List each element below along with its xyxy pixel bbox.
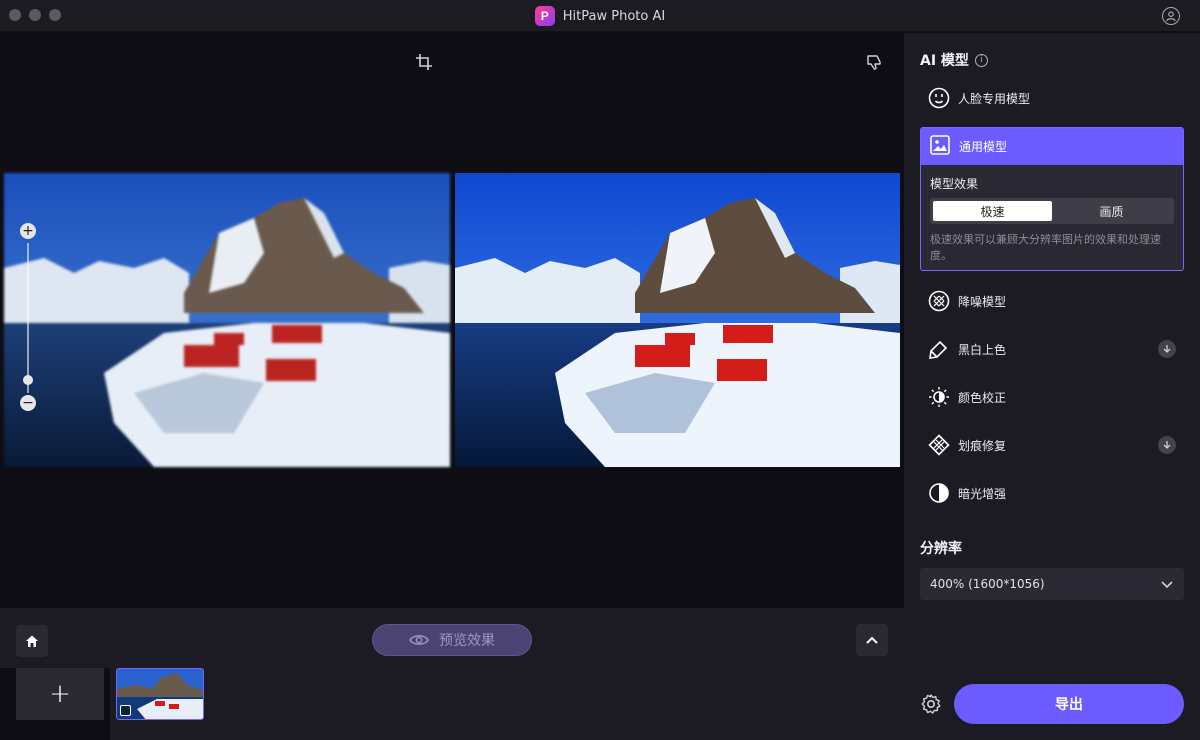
info-icon[interactable]: i [974,53,988,67]
zoom-slider-track[interactable] [27,243,29,393]
right-panel: AI 模型 i 人脸专用模型 通用模型 模型效果 极速 画质 极速效果可以兼顾大… [904,33,1200,740]
window-title: P HitPaw Photo AI [0,0,1200,32]
model-denoise[interactable]: 降噪模型 [920,279,1184,323]
gear-icon[interactable] [920,693,942,715]
zoom-in-button[interactable]: + [20,223,36,239]
resolution-select[interactable]: 400% (1600*1056) [920,568,1184,600]
chevron-up-icon [866,636,878,644]
crop-icon[interactable] [415,53,433,71]
home-button[interactable] [16,625,48,657]
effect-quality-option[interactable]: 画质 [1052,201,1171,221]
image-badge-icon [120,705,131,716]
image-icon [929,134,951,159]
resolution-heading: 分辨率 [920,541,962,557]
export-button[interactable]: 导出 [954,684,1184,724]
chevron-down-icon [1161,581,1173,589]
enhanced-image[interactable] [455,173,900,467]
model-effect-label: 模型效果 [930,177,979,191]
download-icon[interactable] [1158,340,1176,358]
model-general-card: 通用模型 模型效果 极速 画质 极速效果可以兼顾大分辨率图片的效果和处理速度。 [920,127,1184,271]
collapse-thumbnails-button[interactable] [856,624,888,656]
eye-icon [409,635,429,645]
account-button[interactable] [1162,7,1180,25]
app-title: HitPaw Photo AI [562,8,666,24]
original-image[interactable] [4,173,450,467]
denoise-icon [928,290,950,312]
zoom-slider-handle[interactable] [23,375,33,385]
model-color-correction[interactable]: 颜色校正 [920,375,1184,419]
home-icon [26,635,38,647]
preview-area: + − [0,33,904,608]
model-general[interactable]: 通用模型 [921,128,1183,165]
model-colorize[interactable]: 黑白上色 [920,327,1184,371]
thumbnail-strip: + [0,668,904,740]
download-icon[interactable] [1158,436,1176,454]
model-low-light[interactable]: 暗光增强 [920,471,1184,515]
image-thumbnail[interactable] [116,668,204,720]
colorize-icon [928,338,950,360]
user-icon [1166,11,1176,22]
add-image-button[interactable]: + [16,668,104,720]
bottom-toolbar: 预览效果 [0,608,904,668]
app-window: P HitPaw Photo AI + − 预览效果 + AI 模型 i 人脸专… [0,0,1200,740]
effect-fast-option[interactable]: 极速 [933,201,1052,221]
model-scratch-repair[interactable]: 划痕修复 [920,423,1184,467]
preview-button[interactable]: 预览效果 [372,624,532,656]
model-face[interactable]: 人脸专用模型 [920,76,1184,120]
title-bar: P HitPaw Photo AI [0,0,1200,32]
ai-model-heading: AI 模型 i [920,50,988,70]
app-logo: P [534,6,555,26]
scratch-icon [928,434,950,456]
effect-segmented-control: 极速 画质 [930,198,1174,224]
effect-description: 极速效果可以兼顾大分辨率图片的效果和处理速度。 [930,233,1161,262]
contrast-icon [928,482,950,504]
zoom-out-button[interactable]: − [20,395,36,411]
sun-icon [928,386,950,408]
thumbs-down-icon[interactable] [865,53,883,71]
preview-label: 预览效果 [439,633,495,649]
face-icon [928,87,950,109]
